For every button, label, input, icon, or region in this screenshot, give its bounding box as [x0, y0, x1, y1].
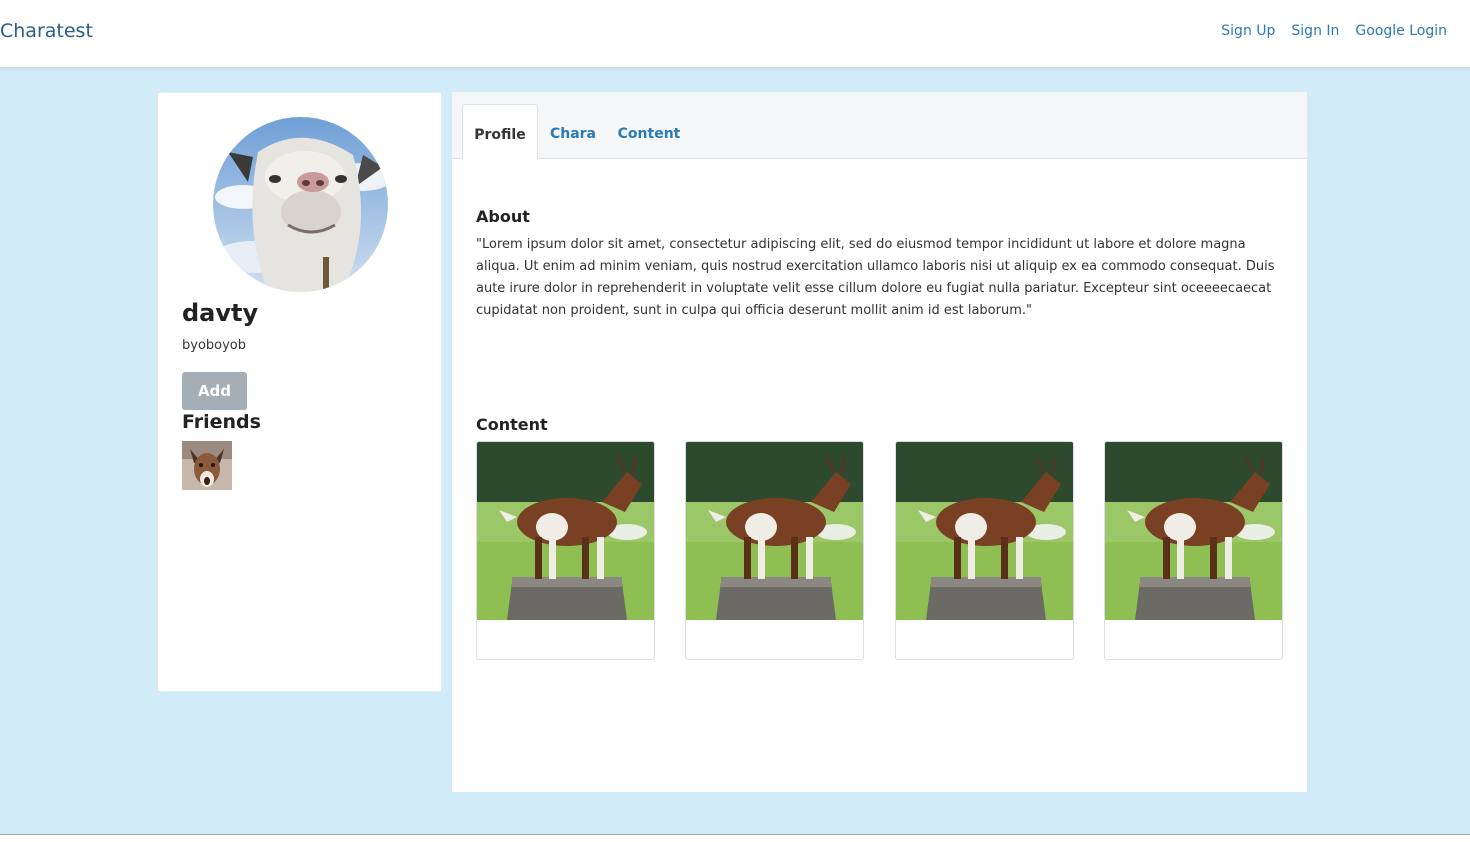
profile-handle: byoboyob	[182, 338, 247, 353]
google-login-link[interactable]: Google Login	[1355, 23, 1447, 39]
goat-on-stump-icon	[1105, 442, 1282, 620]
brand-logo-link[interactable]: Charatest	[0, 20, 93, 42]
tab-profile[interactable]: Profile	[462, 104, 538, 160]
top-navbar: Charatest Sign Up Sign In Google Login	[0, 0, 1470, 68]
content-card[interactable]	[685, 441, 864, 660]
auth-links: Sign Up Sign In Google Login	[1221, 23, 1447, 39]
sign-up-link[interactable]: Sign Up	[1221, 23, 1275, 39]
profile-display-name: davty	[182, 299, 259, 327]
goat-friend-thumbnail-icon[interactable]	[182, 441, 232, 490]
add-friend-button[interactable]: Add	[182, 372, 247, 410]
goat-on-stump-icon	[686, 442, 863, 620]
sign-in-link[interactable]: Sign In	[1291, 23, 1339, 39]
friends-heading: Friends	[182, 411, 261, 433]
content-card[interactable]	[476, 441, 655, 660]
about-heading: About	[476, 207, 530, 226]
content-card[interactable]	[895, 441, 1074, 660]
tab-content[interactable]: Content	[612, 104, 686, 160]
goat-on-stump-icon	[477, 442, 654, 620]
about-text: "Lorem ipsum dolor sit amet, consectetur…	[476, 237, 1275, 318]
profile-main-card: Profile Chara Content About "Lorem ipsum…	[452, 92, 1307, 792]
profile-tabs: Profile Chara Content	[452, 92, 1307, 160]
goat-face-avatar-icon	[213, 117, 388, 292]
content-heading: Content	[476, 415, 548, 434]
profile-sidebar-card: davty byoboyob Add Friends	[157, 92, 442, 692]
window-bottom-edge	[0, 834, 1470, 842]
tab-chara[interactable]: Chara	[542, 104, 604, 160]
goat-on-stump-icon	[896, 442, 1073, 620]
content-card[interactable]	[1104, 441, 1283, 660]
